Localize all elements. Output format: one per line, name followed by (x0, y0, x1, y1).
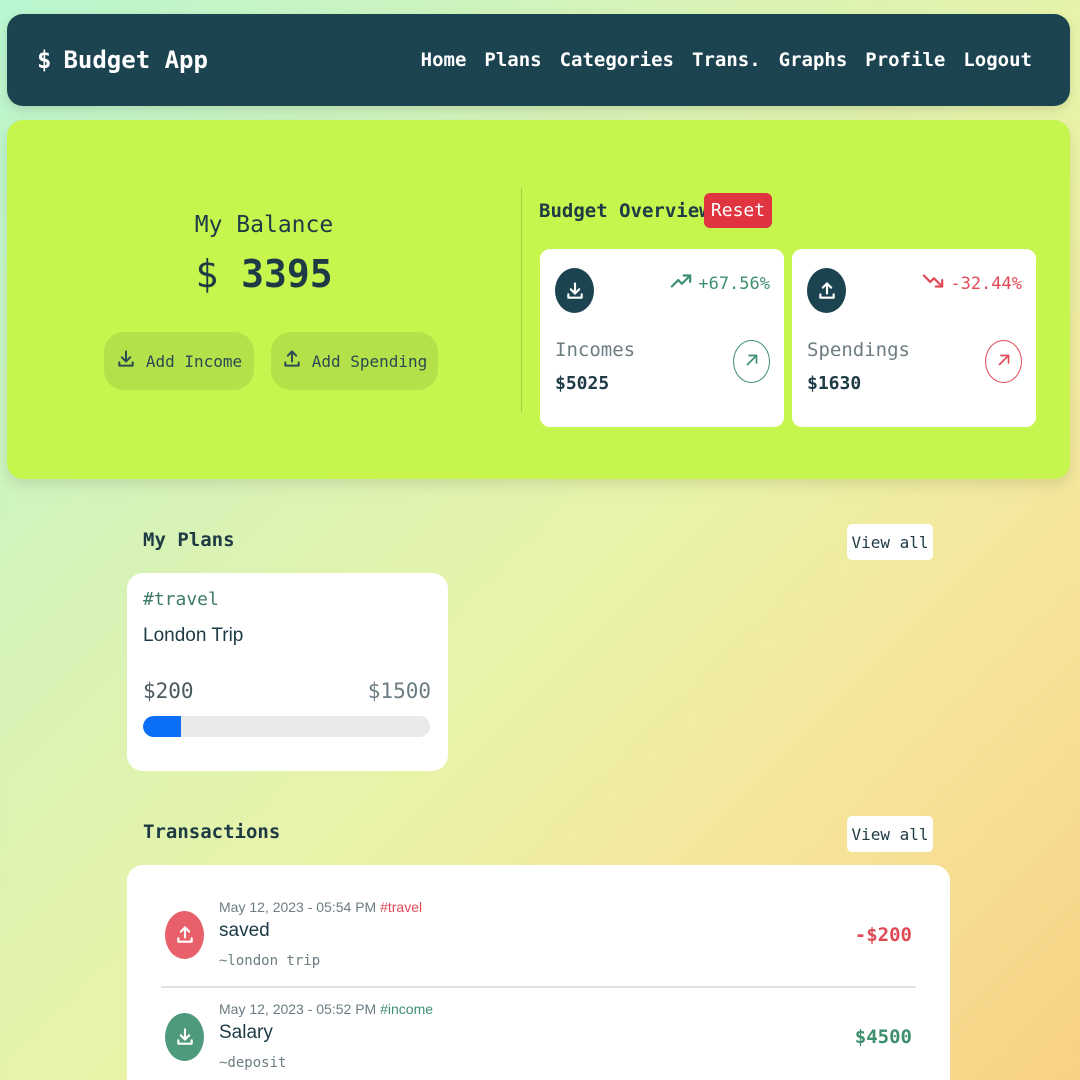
transactions-view-all-button[interactable]: View all (847, 816, 933, 852)
transaction-divider (161, 986, 916, 988)
spendings-amount: $1630 (807, 373, 862, 394)
nav-categories[interactable]: Categories (560, 49, 674, 71)
transaction-title: Salary (219, 1022, 273, 1043)
transaction-amount: $4500 (854, 1026, 912, 1048)
brand-symbol: $ (37, 46, 52, 74)
transaction-date: May 12, 2023 - 05:54 PM #travel (219, 899, 422, 915)
download-tray-icon (165, 1013, 204, 1061)
transaction-timestamp: May 12, 2023 - 05:52 PM (219, 1001, 377, 1017)
add-income-label: Add Income (145, 351, 243, 371)
transaction-tag: #income (380, 1001, 434, 1017)
transaction-date: May 12, 2023 - 05:52 PM #income (219, 1001, 433, 1017)
plan-saved-amount: $200 (143, 679, 194, 703)
transaction-note: ~london trip (219, 953, 321, 969)
plan-card[interactable]: #travel London Trip $200 $1500 (127, 573, 448, 771)
nav-logout[interactable]: Logout (963, 49, 1032, 71)
trending-up-icon (670, 273, 692, 294)
add-income-button[interactable]: Add Income (104, 332, 254, 390)
incomes-trend: +67.56% (670, 273, 770, 294)
incomes-amount: $5025 (555, 373, 610, 394)
balance-amount: 3395 (241, 252, 333, 296)
transactions-list: May 12, 2023 - 05:54 PM #travel saved ~l… (127, 865, 950, 1080)
balance-currency: $ (195, 252, 219, 296)
nav-profile[interactable]: Profile (865, 49, 945, 71)
reset-button[interactable]: Reset (704, 193, 772, 228)
plans-view-all-button[interactable]: View all (847, 524, 933, 560)
brand[interactable]: $ Budget App (37, 46, 208, 74)
arrow-up-right-icon (995, 351, 1013, 373)
spendings-trend: -32.44% (922, 273, 1022, 294)
plan-name: London Trip (143, 625, 244, 646)
transaction-note: ~deposit (219, 1055, 287, 1071)
budget-overview-title: Budget Overview (539, 200, 711, 222)
balance-hero: My Balance $ 3395 Add Income Add Spendin… (7, 120, 1070, 479)
transaction-timestamp: May 12, 2023 - 05:54 PM (219, 899, 377, 915)
incomes-details-button[interactable] (733, 340, 770, 383)
add-spending-button[interactable]: Add Spending (271, 332, 438, 390)
add-spending-label: Add Spending (311, 351, 428, 371)
transactions-title: Transactions (143, 821, 281, 843)
navbar: $ Budget App Home Plans Categories Trans… (7, 14, 1070, 106)
transaction-tag: #travel (380, 899, 423, 915)
nav-transactions[interactable]: Trans. (692, 49, 761, 71)
spendings-details-button[interactable] (985, 340, 1022, 383)
plan-target-amount: $1500 (367, 679, 431, 703)
balance-label: My Balance (194, 212, 334, 238)
plan-tag: #travel (143, 589, 219, 610)
upload-tray-icon (165, 911, 204, 959)
transaction-row[interactable]: May 12, 2023 - 05:54 PM #travel saved ~l… (161, 899, 916, 999)
balance-value: $ 3395 (7, 252, 521, 296)
incomes-label: Incomes (555, 339, 636, 361)
download-tray-icon (116, 349, 136, 373)
upload-tray-icon (282, 349, 302, 373)
nav-plans[interactable]: Plans (484, 49, 541, 71)
plan-progress-bar (143, 716, 430, 737)
plan-progress-fill (143, 716, 182, 737)
download-tray-icon (555, 268, 594, 313)
incomes-trend-value: +67.56% (698, 273, 770, 294)
nav-links: Home Plans Categories Trans. Graphs Prof… (421, 49, 1032, 71)
spendings-trend-value: -32.44% (950, 273, 1022, 294)
incomes-card: +67.56% Incomes $5025 (540, 249, 784, 427)
transaction-title: saved (219, 920, 270, 941)
my-plans-title: My Plans (143, 529, 235, 551)
transaction-amount: -$200 (854, 924, 912, 946)
nav-graphs[interactable]: Graphs (779, 49, 848, 71)
balance-panel: My Balance $ 3395 Add Income Add Spendin… (7, 120, 521, 479)
upload-tray-icon (807, 268, 846, 313)
transaction-row[interactable]: May 12, 2023 - 05:52 PM #income Salary ~… (161, 1001, 916, 1080)
spendings-label: Spendings (807, 339, 910, 361)
brand-name: Budget App (63, 46, 208, 74)
hero-divider (521, 188, 522, 412)
nav-home[interactable]: Home (421, 49, 467, 71)
spendings-card: -32.44% Spendings $1630 (792, 249, 1036, 427)
trending-down-icon (922, 273, 944, 294)
arrow-up-right-icon (743, 351, 761, 373)
